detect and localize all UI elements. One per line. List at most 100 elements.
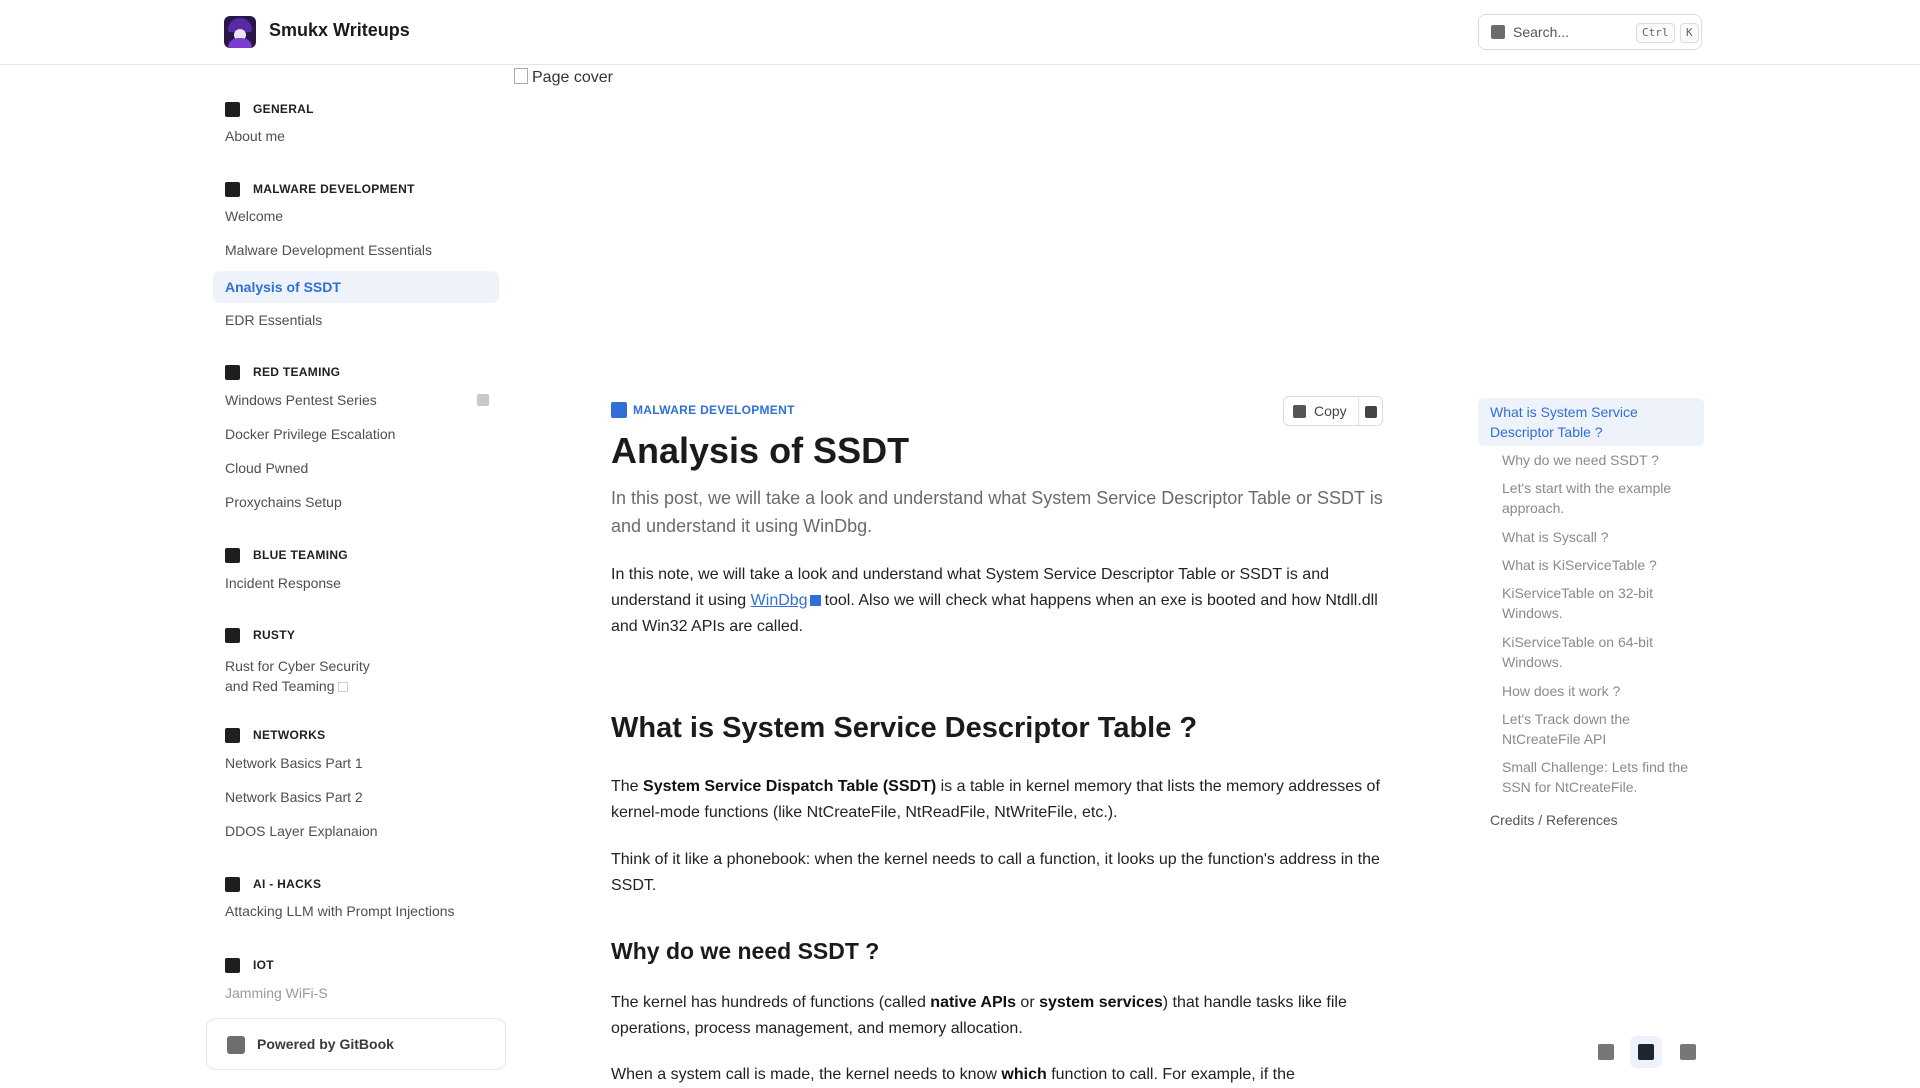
toc-item-kiservicetable-64bit[interactable]: KiServiceTable on 64-bit Windows. [1502, 632, 1692, 672]
chevron-right-icon[interactable] [477, 394, 489, 406]
sidebar-item-jamming-wifi[interactable]: Jamming WiFi-S [213, 977, 499, 1009]
section-blue-teaming: BLUE TEAMING [225, 547, 348, 563]
toc-item-how-does-it-work[interactable]: How does it work ? [1502, 681, 1692, 701]
sidebar-item-malware-dev-essentials[interactable]: Malware Development Essentials [213, 234, 499, 266]
site-title[interactable]: Smukx Writeups [269, 20, 410, 41]
toc-item-track-ntcreatefile[interactable]: Let's Track down the NtCreateFile API [1502, 709, 1692, 749]
page-description: In this post, we will take a look and un… [611, 488, 1383, 536]
section-icon [225, 957, 240, 973]
section-title: RUSTY [253, 628, 296, 642]
search-icon [1491, 25, 1505, 39]
breadcrumb-label: MALWARE DEVELOPMENT [633, 403, 795, 417]
shortcut-k-key: K [1680, 23, 1699, 43]
section-title: BLUE TEAMING [253, 548, 348, 562]
text: The kernel has hundreds of functions (ca… [611, 994, 931, 1011]
sidebar-item-analysis-of-ssdt[interactable]: Analysis of SSDT [213, 271, 499, 303]
sidebar-item-label-line2: and Red Teaming [225, 678, 335, 694]
section-rusty: RUSTY [225, 627, 295, 643]
section-icon [225, 547, 240, 563]
sidebar-item-attacking-llm[interactable]: Attacking LLM with Prompt Injections [213, 895, 499, 927]
gitbook-icon [227, 1036, 245, 1054]
sun-icon[interactable] [1598, 1044, 1614, 1060]
toc-item-what-is-kiservicetable[interactable]: What is KiServiceTable ? [1502, 555, 1692, 575]
section-iot: IOT [225, 957, 274, 973]
section-title: AI - HACKS [253, 877, 322, 891]
text: function to call. For example, if the [1046, 1066, 1295, 1083]
bold-text: native APIs [930, 994, 1016, 1011]
shortcut-ctrl-key: Ctrl [1636, 23, 1675, 43]
bold-text: system services [1039, 994, 1163, 1011]
sidebar-item-network-basics-2[interactable]: Network Basics Part 2 [213, 781, 499, 813]
monitor-icon[interactable] [1638, 1044, 1654, 1060]
toc-item-why-need-ssdt[interactable]: Why do we need SSDT ? [1502, 450, 1692, 470]
breadcrumb[interactable]: MALWARE DEVELOPMENT [611, 402, 795, 418]
bold-text: System Service Dispatch Table (SSDT) [643, 778, 937, 795]
powered-by-gitbook-button[interactable]: Powered by GitBook [206, 1018, 506, 1070]
toc-item-what-is-ssdt[interactable]: What is System Service Descriptor Table … [1478, 398, 1704, 446]
heading-why-need-ssdt: Why do we need SSDT ? [611, 938, 880, 964]
sidebar-item-label: Windows Pentest Series [225, 392, 377, 408]
broken-image-icon [514, 68, 528, 84]
text: The [611, 778, 644, 795]
page-cover-alt: Page cover [532, 69, 613, 86]
sidebar-item-proxychains-setup[interactable]: Proxychains Setup [213, 486, 499, 518]
section-networks: NETWORKS [225, 727, 325, 743]
external-link-icon [809, 595, 821, 606]
toc-item-example-approach[interactable]: Let's start with the example approach. [1502, 478, 1692, 518]
section-icon [225, 627, 240, 643]
sidebar-item-docker-privilege-escalation[interactable]: Docker Privilege Escalation [213, 418, 499, 450]
toc-item-credits[interactable]: Credits / References [1478, 810, 1704, 830]
toc-item-what-is-syscall[interactable]: What is Syscall ? [1502, 527, 1692, 547]
toc-item-kiservicetable-32bit[interactable]: KiServiceTable on 32-bit Windows. [1502, 583, 1692, 623]
logo-body-shape [228, 38, 252, 48]
section-icon [611, 402, 627, 418]
copy-page-button[interactable]: Copy [1283, 396, 1383, 426]
sidebar-item-about-me[interactable]: About me [213, 120, 499, 152]
section-icon [225, 364, 240, 380]
windbg-link[interactable]: WinDbg [751, 592, 808, 609]
section-title: MALWARE DEVELOPMENT [253, 182, 415, 196]
section-title: NETWORKS [253, 728, 326, 742]
sidebar-item-edr-essentials[interactable]: EDR Essentials [213, 304, 499, 336]
powered-by-label: Powered by GitBook [257, 1036, 394, 1052]
chevron-down-icon[interactable] [1365, 406, 1377, 418]
site-logo[interactable] [224, 16, 256, 48]
sidebar-item-label-line1: Rust for Cyber Security [225, 658, 370, 674]
paragraph-system-call: When a system call is made, the kernel n… [611, 1062, 1385, 1088]
button-divider [1358, 397, 1359, 425]
sidebar-item-welcome[interactable]: Welcome [213, 200, 499, 232]
page-cover-image: Page cover [514, 68, 613, 87]
section-icon [225, 101, 240, 117]
sidebar-item-windows-pentest-series[interactable]: Windows Pentest Series [213, 384, 499, 416]
sidebar-item-ddos-layer[interactable]: DDOS Layer Explanaion [213, 815, 499, 847]
sidebar-item-cloud-pwned[interactable]: Cloud Pwned [213, 452, 499, 484]
section-ai-hacks: AI - HACKS [225, 876, 321, 892]
copy-label: Copy [1314, 403, 1347, 419]
section-icon [225, 181, 240, 197]
sidebar-item-incident-response[interactable]: Incident Response [213, 567, 499, 599]
section-general: GENERAL [225, 101, 314, 117]
section-icon [225, 876, 240, 892]
paragraph-ssdt-definition: The System Service Dispatch Table (SSDT)… [611, 774, 1385, 826]
paragraph-phonebook: Think of it like a phonebook: when the k… [611, 851, 1380, 894]
page-title: Analysis of SSDT [611, 430, 910, 471]
moon-icon[interactable] [1680, 1044, 1696, 1060]
external-link-icon [338, 682, 349, 693]
section-title: RED TEAMING [253, 365, 341, 379]
top-header: Smukx Writeups Search... Ctrl K [0, 0, 1920, 65]
toc-item-small-challenge[interactable]: Small Challenge: Lets find the SSN for N… [1502, 757, 1692, 797]
heading-what-is-ssdt: What is System Service Descriptor Table … [611, 712, 1198, 744]
bold-text: which [1001, 1066, 1047, 1083]
sidebar-item-network-basics-1[interactable]: Network Basics Part 1 [213, 747, 499, 779]
text: or [1015, 994, 1040, 1011]
section-title: GENERAL [253, 102, 314, 116]
sidebar-item-rust-for-cyber-security[interactable]: Rust for Cyber Security and Red Teaming [213, 654, 499, 698]
section-title: IOT [253, 958, 274, 972]
paragraph-native-apis: The kernel has hundreds of functions (ca… [611, 990, 1385, 1042]
search-placeholder: Search... [1513, 24, 1570, 40]
text: When a system call is made, the kernel n… [611, 1066, 1002, 1083]
section-icon [225, 727, 240, 743]
sidebar: GENERAL About me MALWARE DEVELOPMENT Wel… [0, 64, 510, 1080]
intro-paragraph: In this note, we will take a look and un… [611, 562, 1385, 640]
search-box[interactable]: Search... Ctrl K [1478, 14, 1702, 50]
